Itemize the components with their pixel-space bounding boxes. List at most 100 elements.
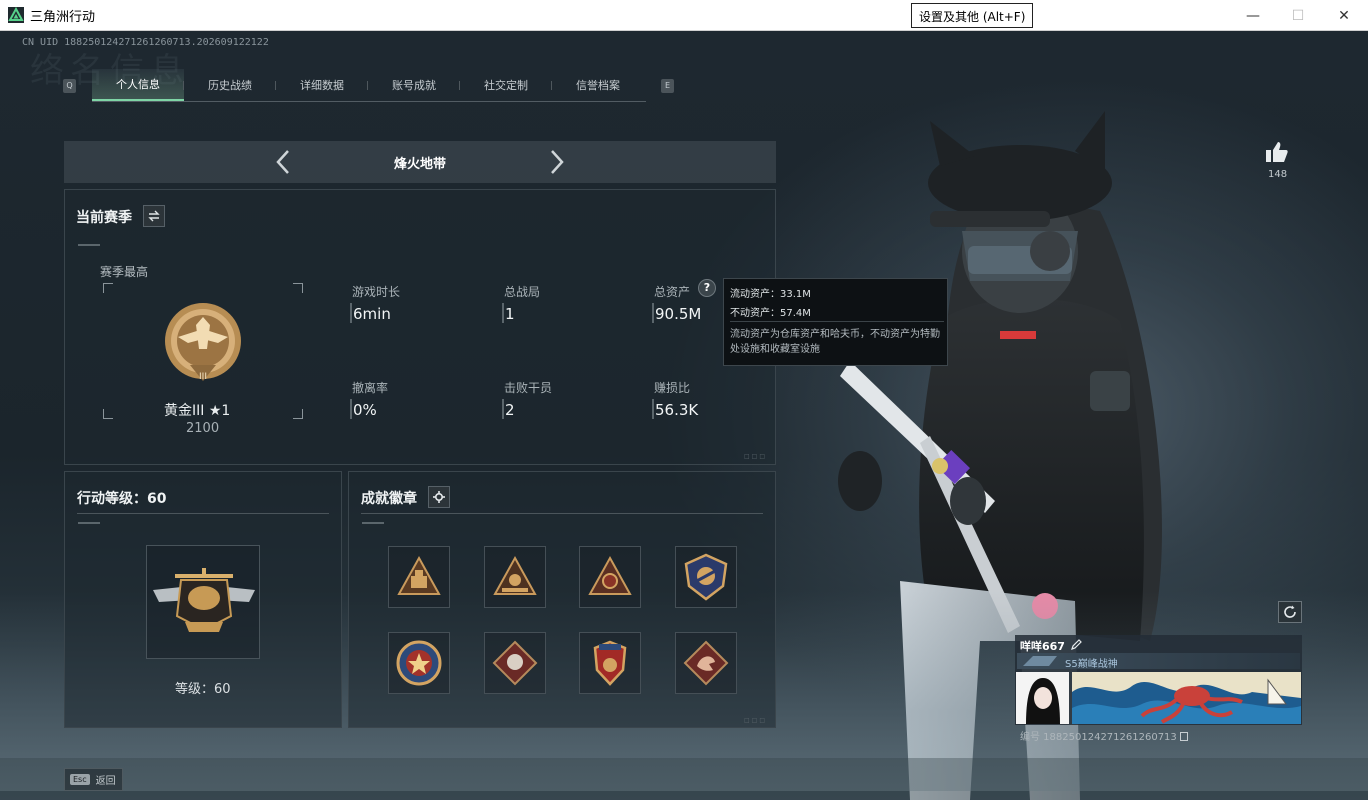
rank-name: 黄金III ★1: [164, 403, 231, 419]
panel-corner-decoration: □□□: [744, 717, 768, 724]
warning-triangle-badge-icon: [397, 555, 441, 595]
maximize-button[interactable]: ☐: [1275, 0, 1321, 31]
badge-slot[interactable]: [388, 546, 450, 608]
esc-key-hint: Esc: [70, 774, 90, 785]
stat-label-extraction-rate: 撤离率: [352, 381, 389, 395]
copy-icon[interactable]: [1179, 732, 1188, 741]
badge-slot[interactable]: [675, 546, 737, 608]
laurel-shield-badge-icon: [593, 640, 627, 686]
tab-credit-record[interactable]: 信誉档案: [552, 69, 644, 101]
bottom-bar: [0, 758, 1368, 800]
tooltip-description: 流动资产为仓库资产和哈夫币，不动资产为特勤处设施和收藏室设施: [730, 329, 940, 355]
beast-diamond-badge-icon: [492, 640, 538, 686]
tab-prev-key[interactable]: Q: [63, 79, 76, 93]
help-question-icon[interactable]: ?: [698, 279, 716, 297]
season-switch-button[interactable]: [143, 205, 165, 227]
title-frame-icon: [1023, 656, 1057, 666]
tab-next-key[interactable]: E: [661, 79, 674, 93]
uid-label: CN UID 188250124271261260713.20260912212…: [22, 37, 269, 48]
settings-tooltip: 设置及其他 (Alt+F): [911, 3, 1034, 28]
mode-title: 烽火地带: [393, 156, 446, 172]
like-count: 148: [1268, 169, 1288, 180]
asset-tooltip: 流动资产：33.1M 不动资产：57.4M 流动资产为仓库资产和哈夫币，不动资产…: [723, 278, 948, 366]
badges-settings-button[interactable]: [428, 486, 450, 508]
badge-slot[interactable]: [675, 632, 737, 694]
svg-text:III: III: [199, 372, 207, 382]
gold-rank-emblem-icon: III: [165, 303, 241, 382]
player-banner: [1072, 672, 1301, 724]
season-title: 当前赛季: [76, 210, 132, 226]
level-text: 等级：60: [175, 682, 231, 697]
chevron-left-icon[interactable]: [272, 149, 296, 175]
player-title: S5巅峰战神: [1065, 659, 1118, 670]
dragon-diamond-badge-icon: [683, 640, 729, 686]
stat-divider: [652, 303, 654, 323]
refresh-icon: [1284, 605, 1296, 618]
stat-value-total-matches: 1: [505, 305, 515, 323]
swap-icon: [148, 210, 160, 222]
tab-achievements[interactable]: 账号成就: [368, 69, 460, 101]
stat-divider: [350, 303, 352, 323]
stat-divider: [502, 303, 504, 323]
badge-slot[interactable]: [579, 632, 641, 694]
app-logo-icon: [8, 7, 24, 23]
minimize-button[interactable]: —: [1230, 0, 1276, 31]
tab-personal-info[interactable]: 个人信息: [92, 69, 184, 101]
stat-divider: [350, 399, 352, 419]
season-title-underline: [78, 244, 100, 246]
stat-divider: [652, 399, 654, 419]
rank-frame-corner: [293, 283, 303, 293]
helicopter-level-emblem-icon: [153, 568, 255, 632]
rank-score: 2100: [186, 421, 220, 436]
tab-social-custom[interactable]: 社交定制: [460, 69, 552, 101]
triangle-star-badge-icon: [588, 555, 632, 595]
tooltip-liquid-assets: 流动资产：33.1M: [730, 289, 811, 300]
player-avatar[interactable]: [1016, 672, 1069, 724]
edit-pencil-icon[interactable]: [1071, 639, 1082, 650]
octopus-wave-banner-icon: [1072, 672, 1301, 724]
gear-icon: [433, 491, 445, 503]
panel-divider: [361, 513, 763, 514]
tab-history[interactable]: 历史战绩: [184, 69, 276, 101]
back-button[interactable]: Esc 返回: [64, 768, 123, 791]
badge-slot[interactable]: [484, 546, 546, 608]
panel-divider: [77, 513, 329, 514]
triangle-emblem-badge-icon: [493, 555, 537, 595]
game-viewport: 络名信息 CN UID 188250124271261260713.202609…: [0, 31, 1368, 800]
profile-tabs: 个人信息 历史战绩 详细数据 账号成就 社交定制 信誉档案: [92, 69, 646, 102]
mode-selector: 烽火地带: [64, 141, 776, 183]
player-name: 咩咩667: [1020, 640, 1065, 653]
season-best-label: 赛季最高: [100, 265, 149, 279]
rank-frame-corner: [293, 409, 303, 419]
tab-detailed-data[interactable]: 详细数据: [276, 69, 368, 101]
rank-frame-corner: [103, 283, 113, 293]
stat-label-operators-defeated: 击败干员: [504, 381, 553, 395]
stat-value-extraction-rate: 0%: [353, 401, 377, 419]
window-titlebar: 三角洲行动 设置及其他 (Alt+F) — ☐ ✕: [0, 0, 1368, 31]
stat-value-profit-loss-ratio: 56.3K: [655, 401, 699, 419]
player-card[interactable]: 咩咩667 S5巅峰战神: [1015, 635, 1302, 725]
avatar-portrait-icon: [1016, 672, 1069, 724]
badge-slot[interactable]: [484, 632, 546, 694]
close-button[interactable]: ✕: [1321, 0, 1367, 31]
stat-label-profit-loss-ratio: 赚损比: [654, 381, 691, 395]
shield-emblem-badge-icon: [684, 553, 728, 601]
badge-slot[interactable]: [579, 546, 641, 608]
refresh-button[interactable]: [1278, 601, 1302, 623]
badge-slot[interactable]: [388, 632, 450, 694]
stat-value-operators-defeated: 2: [505, 401, 515, 419]
tooltip-divider: [730, 321, 944, 322]
thumbs-up-icon[interactable]: [1264, 139, 1290, 165]
tooltip-fixed-assets: 不动资产：57.4M: [730, 308, 811, 319]
stat-value-total-assets: 90.5M: [655, 305, 702, 323]
stat-divider: [502, 399, 504, 419]
stat-value-playtime: 6min: [353, 305, 391, 323]
window-title: 三角洲行动: [30, 9, 96, 25]
chevron-right-icon[interactable]: [544, 149, 568, 175]
star-medal-badge-icon: [396, 640, 442, 686]
stat-label-total-matches: 总战局: [504, 285, 541, 299]
player-id: 编号 188250124271261260713: [1020, 728, 1188, 743]
badges-title: 成就徽章: [361, 491, 417, 507]
player-title-bar: S5巅峰战神: [1017, 653, 1300, 670]
panel-subline: [362, 522, 384, 524]
